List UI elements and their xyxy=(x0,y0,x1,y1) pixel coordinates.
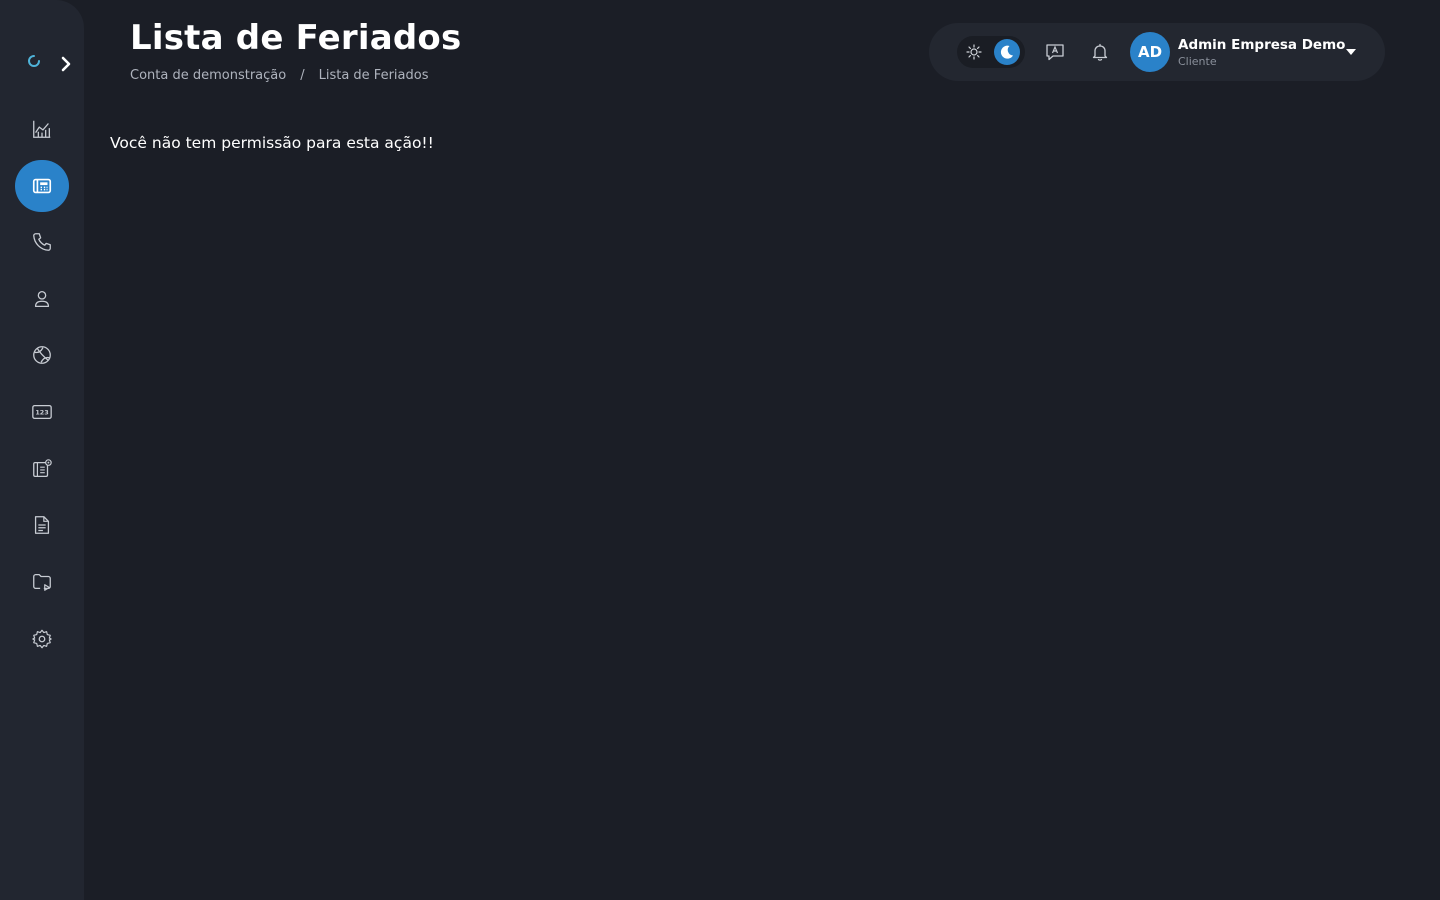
document-icon xyxy=(34,516,50,534)
sidebar-item-settings[interactable] xyxy=(15,613,69,665)
loading-logo-icon xyxy=(24,51,44,71)
moon-icon[interactable] xyxy=(994,39,1020,65)
bell-icon[interactable] xyxy=(1088,40,1112,64)
permission-denied-message: Você não tem permissão para esta ação!! xyxy=(110,134,434,152)
phone-icon xyxy=(33,233,51,251)
sidebar-item-media[interactable] xyxy=(15,556,69,608)
user-name[interactable]: Admin Empresa Demo xyxy=(1178,37,1345,53)
sidebar-item-network[interactable] xyxy=(15,329,69,381)
user-icon xyxy=(34,291,50,307)
sidebar-item-reports[interactable] xyxy=(15,499,69,551)
breadcrumb-separator: / xyxy=(300,68,305,83)
gear-icon xyxy=(32,629,52,649)
theme-toggle[interactable] xyxy=(957,36,1025,68)
user-role: Cliente xyxy=(1178,55,1217,68)
phone-list-icon xyxy=(32,178,52,194)
globe-icon xyxy=(33,346,51,364)
contact-settings-icon xyxy=(33,459,52,477)
sidebar-item-contacts-settings[interactable] xyxy=(15,443,69,495)
numbers-123-icon: 123 xyxy=(32,404,52,420)
sidebar-item-dashboard[interactable] xyxy=(15,103,69,155)
sidebar-item-calls[interactable] xyxy=(15,216,69,268)
chevron-right-icon[interactable] xyxy=(56,54,76,74)
topbar: AD Admin Empresa Demo Cliente xyxy=(929,23,1385,81)
folder-play-icon xyxy=(33,574,51,591)
breadcrumb-item-current: Lista de Feriados xyxy=(318,68,429,83)
sidebar-item-phonebook[interactable] xyxy=(15,160,69,212)
chart-icon xyxy=(33,120,51,138)
chat-icon[interactable] xyxy=(1043,40,1067,64)
svg-text:123: 123 xyxy=(35,408,48,416)
breadcrumb-item-account[interactable]: Conta de demonstração xyxy=(130,68,286,83)
sidebar: 123 xyxy=(0,0,84,900)
page-title: Lista de Feriados xyxy=(130,18,462,58)
sun-icon[interactable] xyxy=(961,39,987,65)
sidebar-item-numbers[interactable]: 123 xyxy=(15,386,69,438)
caret-down-icon[interactable] xyxy=(1345,47,1357,57)
breadcrumb: Conta de demonstração / Lista de Feriado… xyxy=(130,68,428,83)
avatar[interactable]: AD xyxy=(1130,32,1170,72)
sidebar-item-users[interactable] xyxy=(15,273,69,325)
